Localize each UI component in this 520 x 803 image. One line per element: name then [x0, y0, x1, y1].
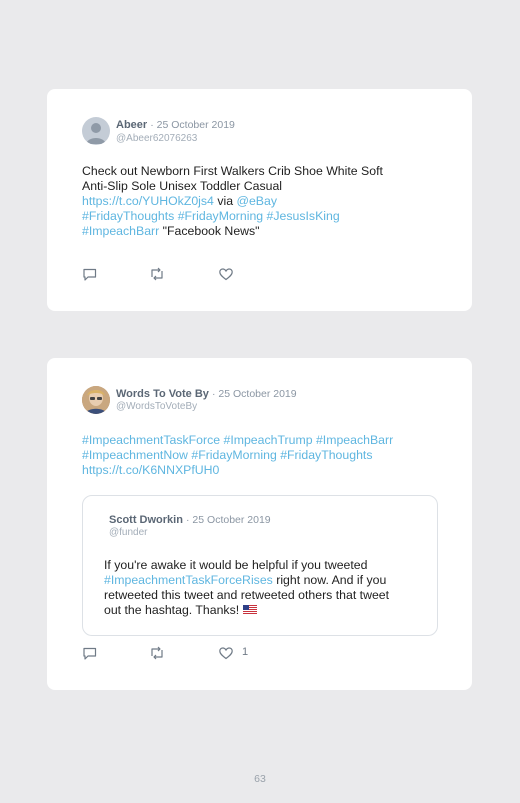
tweet-link[interactable]: https://t.co/YUHOkZ0js4 — [82, 194, 214, 208]
text-line: #ImpeachmentTaskForce #ImpeachTrump #Imp… — [82, 433, 393, 448]
quoted-author-name[interactable]: Scott Dworkin · 25 October 2019 — [109, 514, 271, 526]
text-line: https://t.co/YUHOkZ0js4 via @eBay — [82, 194, 383, 209]
quoted-tweet[interactable]: Scott Dworkin · 25 October 2019 @funder … — [82, 495, 438, 636]
author-name[interactable]: Words To Vote By · 25 October 2019 — [116, 388, 297, 400]
tweet-text: Check out Newborn First Walkers Crib Sho… — [82, 164, 383, 239]
text-line: #ImpeachmentNow #FridayMorning #FridayTh… — [82, 448, 393, 463]
quoted-tweet-date: · 25 October 2019 — [186, 514, 271, 526]
tweet-text-segment: Check out Newborn First Walkers Crib Sho… — [82, 164, 383, 178]
tweet-text-segment: out the hashtag. Thanks! — [104, 603, 243, 617]
tweet-text-segment: right now. And if you — [272, 573, 387, 587]
text-line: out the hashtag. Thanks! — [104, 603, 389, 618]
tweet-link[interactable]: #FridayThoughts #FridayMorning #JesusIsK… — [82, 209, 340, 223]
text-line: #ImpeachmentTaskForceRises right now. An… — [104, 573, 389, 588]
text-line: #FridayThoughts #FridayMorning #JesusIsK… — [82, 209, 383, 224]
author-handle: @WordsToVoteBy — [116, 401, 198, 412]
tweet-text-segment: If you're awake it would be helpful if y… — [104, 558, 368, 572]
retweet-icon[interactable] — [149, 266, 165, 282]
reply-icon[interactable] — [82, 266, 98, 282]
tweet-link[interactable]: #ImpeachmentTaskForce #ImpeachTrump #Imp… — [82, 433, 393, 447]
text-line: Anti-Slip Sole Unisex Toddler Casual — [82, 179, 383, 194]
page-number: 63 — [254, 773, 266, 785]
text-line: Check out Newborn First Walkers Crib Sho… — [82, 164, 383, 179]
retweet-icon[interactable] — [149, 645, 165, 661]
user-avatar[interactable] — [82, 386, 110, 414]
tweet-link[interactable]: #ImpeachmentTaskForceRises — [104, 573, 273, 587]
like-count: 1 — [242, 646, 249, 658]
tweet-text-segment: "Facebook News" — [159, 224, 260, 238]
quoted-author-handle: @funder — [109, 527, 148, 538]
like-icon[interactable] — [218, 645, 234, 661]
like-icon[interactable] — [218, 266, 234, 282]
us-flag-emoji — [242, 605, 257, 614]
tweet-card: Words To Vote By · 25 October 2019 @Word… — [47, 358, 472, 690]
author-handle: @Abeer62076263 — [116, 133, 198, 144]
tweet-actions — [82, 266, 282, 282]
default-avatar[interactable] — [82, 117, 110, 145]
tweet-actions: 1 — [82, 645, 282, 661]
author-name[interactable]: Abeer · 25 October 2019 — [116, 119, 235, 131]
tweet-date: · 25 October 2019 — [211, 388, 297, 400]
text-line: retweeted this tweet and retweeted other… — [104, 588, 389, 603]
tweet-card: Abeer · 25 October 2019 @Abeer62076263 C… — [47, 89, 472, 311]
text-line: #ImpeachBarr "Facebook News" — [82, 224, 383, 239]
tweet-link[interactable]: @eBay — [236, 194, 277, 208]
tweet-date: · 25 October 2019 — [150, 119, 235, 131]
tweet-link[interactable]: https://t.co/K6NNXPfUH0 — [82, 463, 219, 477]
tweet-link[interactable]: #ImpeachBarr — [82, 224, 159, 238]
tweet-text-segment: via — [213, 194, 237, 208]
reply-icon[interactable] — [82, 645, 98, 661]
tweet-link[interactable]: #ImpeachmentNow #FridayMorning #FridayTh… — [82, 448, 372, 462]
quoted-tweet-text: If you're awake it would be helpful if y… — [104, 558, 389, 618]
text-line: https://t.co/K6NNXPfUH0 — [82, 463, 393, 478]
tweet-text: #ImpeachmentTaskForce #ImpeachTrump #Imp… — [82, 433, 393, 478]
tweet-text-segment: Anti-Slip Sole Unisex Toddler Casual — [82, 179, 283, 193]
tweet-text-segment: retweeted this tweet and retweeted other… — [104, 588, 390, 602]
text-line: If you're awake it would be helpful if y… — [104, 558, 389, 573]
